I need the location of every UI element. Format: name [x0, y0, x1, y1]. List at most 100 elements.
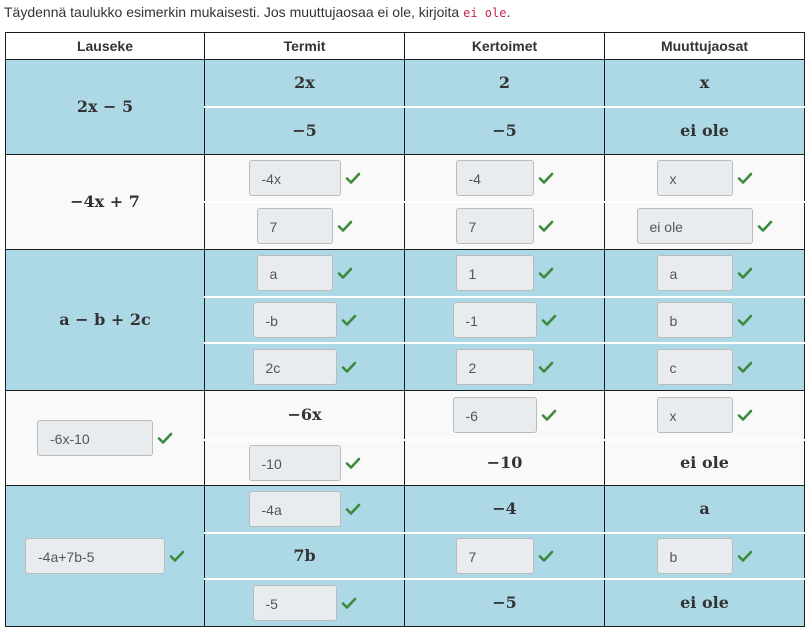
- termit-value: 7b: [293, 546, 316, 565]
- kertoimet-input[interactable]: 1: [455, 255, 534, 291]
- muuttujaosat-answer: b: [656, 538, 753, 574]
- expression-cell: a − b + 2c: [5, 249, 205, 391]
- kertoimet-cell: −5: [404, 106, 605, 155]
- muuttujaosat-value: a: [699, 499, 710, 518]
- muuttujaosat-cell: a: [604, 249, 805, 298]
- muuttujaosat-input[interactable]: c: [656, 349, 733, 385]
- termit-cell: -b: [204, 296, 405, 344]
- kertoimet-input[interactable]: -4: [455, 160, 534, 196]
- check-icon: [345, 501, 361, 517]
- table-row: −4x + 7 -4x -4 x: [5, 154, 805, 250]
- muuttujaosat-answer: x: [656, 397, 753, 433]
- expression-cell: −4x + 7: [5, 154, 205, 250]
- muuttujaosat-cell: ei ole: [604, 439, 805, 486]
- expression-value: −4x + 7: [70, 192, 140, 211]
- kertoimet-input[interactable]: 7: [455, 208, 534, 244]
- muuttujaosat-value: ei ole: [680, 453, 729, 472]
- kertoimet-cell: -6: [404, 390, 605, 441]
- termit-input[interactable]: -4a: [248, 491, 341, 527]
- muuttujaosat-input[interactable]: b: [656, 538, 733, 574]
- muuttujaosat-answer: a: [656, 255, 753, 291]
- termit-input[interactable]: -4x: [248, 160, 341, 196]
- termit-input[interactable]: -10: [248, 445, 341, 481]
- muuttujaosat-cell: b: [604, 296, 805, 344]
- kertoimet-answer: 7: [455, 538, 554, 574]
- termit-input[interactable]: -5: [252, 585, 337, 621]
- termit-value: −5: [292, 121, 317, 140]
- muuttujaosat-cell: ei ole: [604, 578, 805, 627]
- kertoimet-cell: 1: [404, 249, 605, 298]
- header-termit: Termit: [204, 32, 405, 60]
- check-icon: [337, 218, 353, 234]
- instruction-text: Täydennä taulukko esimerkin mukaisesti. …: [4, 4, 511, 20]
- check-icon: [737, 170, 753, 186]
- exercise-table: Lauseke Termit Kertoimet Muuttujaosat 2x…: [5, 32, 805, 627]
- check-icon: [337, 265, 353, 281]
- termit-cell: 7: [204, 201, 405, 250]
- kertoimet-cell: 7: [404, 532, 605, 580]
- kertoimet-answer: 7: [455, 208, 554, 244]
- termit-answer: -4x: [248, 160, 361, 196]
- termit-cell: 7b: [204, 532, 405, 580]
- muuttujaosat-input[interactable]: ei ole: [636, 208, 753, 244]
- kertoimet-input[interactable]: -6: [452, 397, 537, 433]
- muuttujaosat-input[interactable]: x: [656, 160, 733, 196]
- termit-answer: -b: [252, 302, 357, 338]
- check-icon: [345, 170, 361, 186]
- kertoimet-cell: −5: [404, 578, 605, 627]
- muuttujaosat-cell: a: [604, 485, 805, 534]
- kertoimet-value: −4: [492, 499, 517, 518]
- check-icon: [169, 548, 185, 564]
- termit-answer: a: [256, 255, 353, 291]
- check-icon: [157, 430, 173, 446]
- termit-answer: 7: [256, 208, 353, 244]
- check-icon: [541, 312, 557, 328]
- kertoimet-cell: 2: [404, 59, 605, 108]
- termit-cell: 2x: [204, 59, 405, 108]
- kertoimet-cell: -4: [404, 154, 605, 203]
- instruction-code: ei ole: [463, 6, 507, 20]
- expression-cell: -6x-10: [5, 390, 205, 486]
- kertoimet-cell: −4: [404, 485, 605, 534]
- muuttujaosat-cell: x: [604, 154, 805, 203]
- check-icon: [538, 359, 554, 375]
- kertoimet-cell: 7: [404, 201, 605, 250]
- termit-input[interactable]: a: [256, 255, 333, 291]
- termit-input[interactable]: -b: [252, 302, 337, 338]
- termit-input[interactable]: 7: [256, 208, 333, 244]
- header-kertoimet: Kertoimet: [404, 32, 605, 60]
- check-icon: [538, 548, 554, 564]
- expression-input[interactable]: -4a+7b-5: [25, 538, 165, 574]
- termit-cell: −6x: [204, 390, 405, 441]
- header-lauseke: Lauseke: [5, 32, 205, 60]
- kertoimet-input[interactable]: -1: [452, 302, 537, 338]
- muuttujaosat-input[interactable]: x: [656, 397, 733, 433]
- check-icon: [737, 548, 753, 564]
- muuttujaosat-cell: x: [604, 390, 805, 441]
- termit-value: 2x: [294, 73, 315, 92]
- kertoimet-input[interactable]: 7: [455, 538, 534, 574]
- expression-value: a − b + 2c: [59, 310, 151, 329]
- muuttujaosat-value: x: [699, 73, 710, 92]
- muuttujaosat-input[interactable]: a: [656, 255, 733, 291]
- termit-input[interactable]: 2c: [252, 349, 337, 385]
- table-row: -4a+7b-5 -4a −4 a: [5, 485, 805, 627]
- kertoimet-answer: -6: [452, 397, 557, 433]
- expression-value: 2x − 5: [76, 97, 134, 116]
- table-row: -6x-10 −6x -6 x: [5, 390, 805, 486]
- termit-answer: -10: [248, 445, 361, 481]
- table-row: 2x − 5 2x 2 x: [5, 59, 805, 155]
- check-icon: [757, 218, 773, 234]
- check-icon: [538, 265, 554, 281]
- termit-answer: -5: [252, 585, 357, 621]
- muuttujaosat-input[interactable]: b: [656, 302, 733, 338]
- check-icon: [341, 595, 357, 611]
- check-icon: [341, 312, 357, 328]
- muuttujaosat-cell: c: [604, 342, 805, 391]
- muuttujaosat-cell: b: [604, 532, 805, 580]
- expression-cell: -4a+7b-5: [5, 485, 205, 627]
- expression-input[interactable]: -6x-10: [37, 420, 153, 456]
- termit-answer: -4a: [248, 491, 361, 527]
- kertoimet-input[interactable]: 2: [455, 349, 534, 385]
- kertoimet-cell: 2: [404, 342, 605, 391]
